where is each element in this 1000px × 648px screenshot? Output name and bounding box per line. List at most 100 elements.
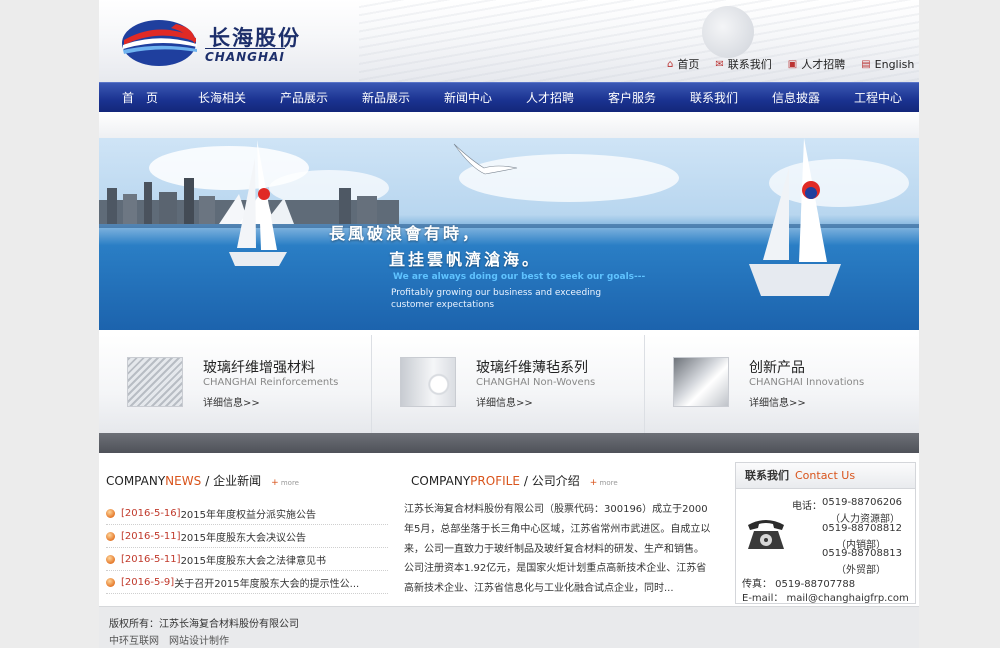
news-title-cn: / 企业新闻 bbox=[205, 474, 262, 488]
news-section-title: COMPANY NEWS / 企业新闻 + more bbox=[106, 472, 299, 489]
contact-phone-dept: （外贸部） bbox=[836, 565, 886, 576]
nav-item-jobs[interactable]: 人才招聘 bbox=[509, 83, 591, 112]
product-details-link[interactable]: 详细信息>> bbox=[749, 394, 806, 409]
more-label: more bbox=[599, 479, 618, 487]
product-english-name: CHANGHAI Innovations bbox=[749, 377, 865, 388]
contact-title-cn: 联系我们 bbox=[745, 469, 789, 482]
product-english-name: CHANGHAI Reinforcements bbox=[203, 377, 339, 388]
top-link-label: 首页 bbox=[677, 58, 700, 71]
contact-email[interactable]: E-mail： mail@changhaigfrp.com bbox=[742, 589, 909, 604]
banner-slogan-line2: 直挂雲帆濟滄海。 bbox=[389, 250, 542, 269]
plus-icon: + bbox=[589, 478, 598, 488]
top-links: ⌂ 首页 ✉ 联系我们 ▣ 人才招聘 ▤ English bbox=[667, 56, 914, 72]
footer: 版权所有：江苏长海复合材料股份有限公司 中环互联网 网站设计制作 bbox=[99, 606, 919, 648]
product-title[interactable]: 创新产品 bbox=[749, 357, 805, 377]
news-item[interactable]: [2016-5-11] 2015年度股东大会之法律意见书 bbox=[106, 548, 388, 571]
news-title-news: NEWS bbox=[165, 474, 202, 488]
profile-title-company: COMPANY bbox=[411, 474, 471, 488]
sub-bar bbox=[99, 112, 919, 138]
news-item[interactable]: [2016-5-11] 2015年度股东大会决议公告 bbox=[106, 525, 388, 548]
news-item[interactable]: [2016-5-9] 关于召开2015年度股东大会的提示性公... bbox=[106, 571, 388, 594]
news-text: 2015年年度权益分派实施公告 bbox=[180, 509, 317, 521]
contact-phone-number: 0519-88706206 bbox=[822, 497, 902, 508]
telephone-icon bbox=[748, 520, 784, 549]
news-date: [2016-5-16] bbox=[121, 507, 181, 519]
contact-title-en: Contact Us bbox=[795, 469, 856, 482]
product-thumbnail[interactable] bbox=[127, 357, 183, 407]
main-nav: 首 页 长海相关 产品展示 新品展示 新闻中心 人才招聘 客户服务 联系我们 信… bbox=[99, 82, 919, 112]
nav-item-disclosure[interactable]: 信息披露 bbox=[755, 83, 837, 112]
doc-icon: ▤ bbox=[861, 58, 871, 70]
bullet-icon bbox=[106, 554, 115, 564]
nav-item-products[interactable]: 产品展示 bbox=[263, 83, 345, 112]
profile-text: 江苏长海复合材料股份有限公司（股票代码：300196）成立于2000年5月，总部… bbox=[404, 504, 711, 595]
product-title[interactable]: 玻璃纤维薄毡系列 bbox=[476, 357, 588, 377]
footer-designer-link[interactable]: 中环互联网 网站设计制作 bbox=[109, 632, 229, 647]
news-item[interactable]: [2016-5-16] 2015年年度权益分派实施公告 bbox=[106, 502, 388, 525]
contact-phone-number: 0519-88708812 bbox=[822, 523, 902, 534]
news-date: [2016-5-11] bbox=[121, 530, 181, 542]
top-link-jobs[interactable]: ▣ 人才招聘 bbox=[788, 56, 845, 72]
product-thumbnail[interactable] bbox=[400, 357, 456, 407]
contact-fax: 传真： 0519-88707788 bbox=[742, 579, 856, 590]
nav-item-engineering[interactable]: 工程中心 bbox=[837, 83, 919, 112]
profile-title-profile: PROFILE bbox=[470, 474, 520, 488]
plus-icon: + bbox=[271, 478, 279, 488]
product-english-name: CHANGHAI Non-Wovens bbox=[476, 377, 596, 388]
product-innovations: 创新产品 CHANGHAI Innovations 详细信息>> bbox=[645, 335, 918, 433]
top-link-label: 人才招聘 bbox=[801, 58, 846, 71]
nav-item-about[interactable]: 长海相关 bbox=[181, 83, 263, 112]
bullet-icon bbox=[106, 577, 115, 587]
product-non-wovens: 玻璃纤维薄毡系列 CHANGHAI Non-Wovens 详细信息>> bbox=[372, 335, 645, 433]
banner-slogan-english: We are always doing our best to seek our… bbox=[393, 272, 646, 282]
product-thumbnail[interactable] bbox=[673, 357, 729, 407]
news-list: [2016-5-16] 2015年年度权益分派实施公告 [2016-5-11] … bbox=[106, 502, 388, 594]
divider-bar bbox=[99, 433, 919, 453]
banner-subtext-line1: Profitably growing our business and exce… bbox=[391, 288, 602, 298]
banner-subtext-line2: customer expectations bbox=[391, 300, 495, 310]
top-link-label: English bbox=[874, 57, 915, 71]
news-text: 关于召开2015年度股东大会的提示性公... bbox=[174, 578, 360, 590]
changhai-logo-icon[interactable] bbox=[121, 18, 201, 68]
news-title-company: COMPANY bbox=[106, 474, 166, 488]
footer-copyright: 版权所有：江苏长海复合材料股份有限公司 bbox=[109, 619, 299, 630]
product-title[interactable]: 玻璃纤维增强材料 bbox=[203, 357, 315, 377]
product-reinforcements: 玻璃纤维增强材料 CHANGHAI Reinforcements 详细信息>> bbox=[99, 335, 372, 433]
top-link-label: 联系我们 bbox=[727, 58, 772, 71]
page: 长海股份 CHANGHAI ⌂ 首页 ✉ 联系我们 ▣ 人才招聘 ▤ Engli… bbox=[99, 0, 919, 648]
header-moon-decoration bbox=[702, 6, 754, 58]
top-link-english[interactable]: ▤ English bbox=[861, 56, 914, 72]
banner-slogan-line1: 長風破浪會有時， bbox=[329, 224, 482, 243]
product-details-link[interactable]: 详细信息>> bbox=[203, 394, 260, 409]
banner-illustration bbox=[99, 138, 919, 296]
news-date: [2016-5-9] bbox=[121, 576, 175, 588]
nav-item-service[interactable]: 客户服务 bbox=[591, 83, 673, 112]
product-details-link[interactable]: 详细信息>> bbox=[476, 394, 533, 409]
nav-item-new-products[interactable]: 新品展示 bbox=[345, 83, 427, 112]
brand-name-english: CHANGHAI bbox=[205, 48, 285, 64]
top-link-home[interactable]: ⌂ 首页 bbox=[667, 56, 699, 72]
person-icon: ▣ bbox=[787, 58, 798, 70]
news-more-link[interactable]: + more bbox=[271, 478, 299, 488]
nav-item-news[interactable]: 新闻中心 bbox=[427, 83, 509, 112]
more-label: more bbox=[280, 479, 299, 487]
news-text: 2015年度股东大会之法律意见书 bbox=[180, 555, 327, 567]
news-text: 2015年度股东大会决议公告 bbox=[180, 532, 307, 544]
home-icon: ⌂ bbox=[667, 58, 674, 70]
nav-item-home[interactable]: 首 页 bbox=[99, 83, 181, 112]
contact-header: 联系我们 Contact Us bbox=[736, 463, 915, 489]
profile-more-link[interactable]: + more bbox=[590, 478, 618, 488]
header: 长海股份 CHANGHAI ⌂ 首页 ✉ 联系我们 ▣ 人才招聘 ▤ Engli… bbox=[99, 0, 919, 82]
bullet-icon bbox=[106, 531, 115, 541]
top-link-contact[interactable]: ✉ 联系我们 bbox=[715, 56, 771, 72]
hero-banner: 長風破浪會有時， 直挂雲帆濟滄海。 We are always doing ou… bbox=[99, 138, 919, 330]
nav-item-contact[interactable]: 联系我们 bbox=[673, 83, 755, 112]
news-date: [2016-5-11] bbox=[121, 553, 181, 565]
product-strip: 玻璃纤维增强材料 CHANGHAI Reinforcements 详细信息>> … bbox=[99, 335, 919, 433]
profile-title-cn: / 公司介绍 bbox=[523, 474, 580, 488]
mail-icon: ✉ bbox=[715, 58, 724, 70]
contact-phone-label: 电话： bbox=[792, 501, 822, 512]
bullet-icon bbox=[106, 508, 115, 518]
contact-box: 联系我们 Contact Us 电话： 0519-88706206 （人力资源部）… bbox=[735, 462, 916, 604]
profile-section-title: COMPANY PROFILE / 公司介绍 + more bbox=[411, 472, 618, 489]
